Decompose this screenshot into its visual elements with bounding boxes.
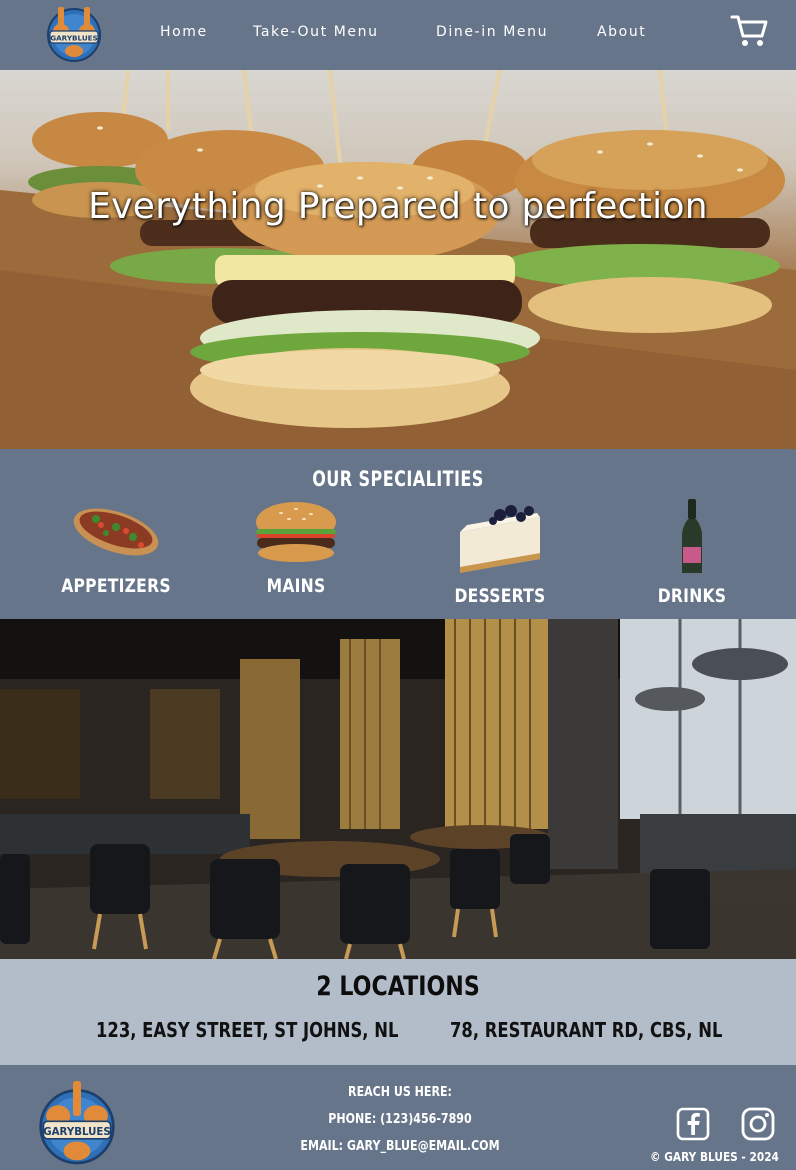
speciality-label: DESSERTS [454,585,546,607]
specialities-section: OUR SPECIALITIES APPETIZERS MAINS DESSER… [0,449,796,619]
footer-brand-logo[interactable]: GARYBLUES [36,1081,118,1167]
specialities-title: OUR SPECIALITIES [312,467,484,491]
bruschetta-icon [73,508,159,556]
guitar-badge-logo-icon: GARYBLUES [47,7,101,62]
dining-room-image [0,619,796,959]
facebook-icon[interactable] [676,1107,710,1141]
restaurant-interior-photo [0,619,796,959]
copyright-text: © GARY BLUES - 2024 [650,1150,779,1164]
burger-icon [256,502,336,562]
brand-logo[interactable]: GARYBLUES [44,3,104,63]
instagram-icon[interactable] [741,1107,775,1141]
reach-us-title: REACH US HERE: [348,1085,452,1100]
site-footer: GARYBLUES REACH US HERE: PHONE: (123)456… [0,1065,796,1170]
nav-takeout-menu-link[interactable]: Take-Out Menu [253,24,379,40]
speciality-appetizers[interactable]: APPETIZERS [36,497,196,597]
hero-banner: Everything Prepared to perfection [0,70,796,449]
speciality-label: DRINKS [657,585,727,607]
nav-home-link[interactable]: Home [160,24,208,40]
burger-sliders-photo [0,70,796,449]
speciality-mains[interactable]: MAINS [216,497,376,597]
speciality-label: APPETIZERS [61,575,171,597]
cheesecake-icon [460,505,540,573]
copyright-label: GARY BLUES - 2024 [664,1150,779,1164]
location-address: 78, RESTAURANT RD, CBS, NL [450,1018,723,1042]
copyright-symbol: © [650,1150,661,1164]
speciality-label: MAINS [266,575,326,597]
nav-about-link[interactable]: About [597,24,646,40]
hero-title: Everything Prepared to perfection [88,186,708,227]
wine-bottle-icon [682,499,702,573]
top-nav: GARYBLUES Home Take-Out Menu Dine-in Men… [0,0,796,70]
speciality-desserts[interactable]: DESSERTS [420,497,580,607]
logo-text: GARYBLUES [50,34,98,43]
locations-section: 2 LOCATIONS 123, EASY STREET, ST JOHNS, … [0,959,796,1065]
shopping-cart-icon[interactable] [730,14,768,48]
locations-title: 2 LOCATIONS [316,971,480,1002]
logo-text: GARYBLUES [43,1127,110,1138]
contact-phone[interactable]: PHONE: (123)456-7890 [273,1112,528,1127]
nav-dinein-menu-link[interactable]: Dine-in Menu [436,24,548,40]
guitar-badge-logo-icon: GARYBLUES [39,1081,115,1165]
location-address: 123, EASY STREET, ST JOHNS, NL [96,1018,399,1042]
speciality-drinks[interactable]: DRINKS [612,497,772,607]
contact-email[interactable]: EMAIL: GARY_BLUE@EMAIL.COM [273,1139,528,1154]
